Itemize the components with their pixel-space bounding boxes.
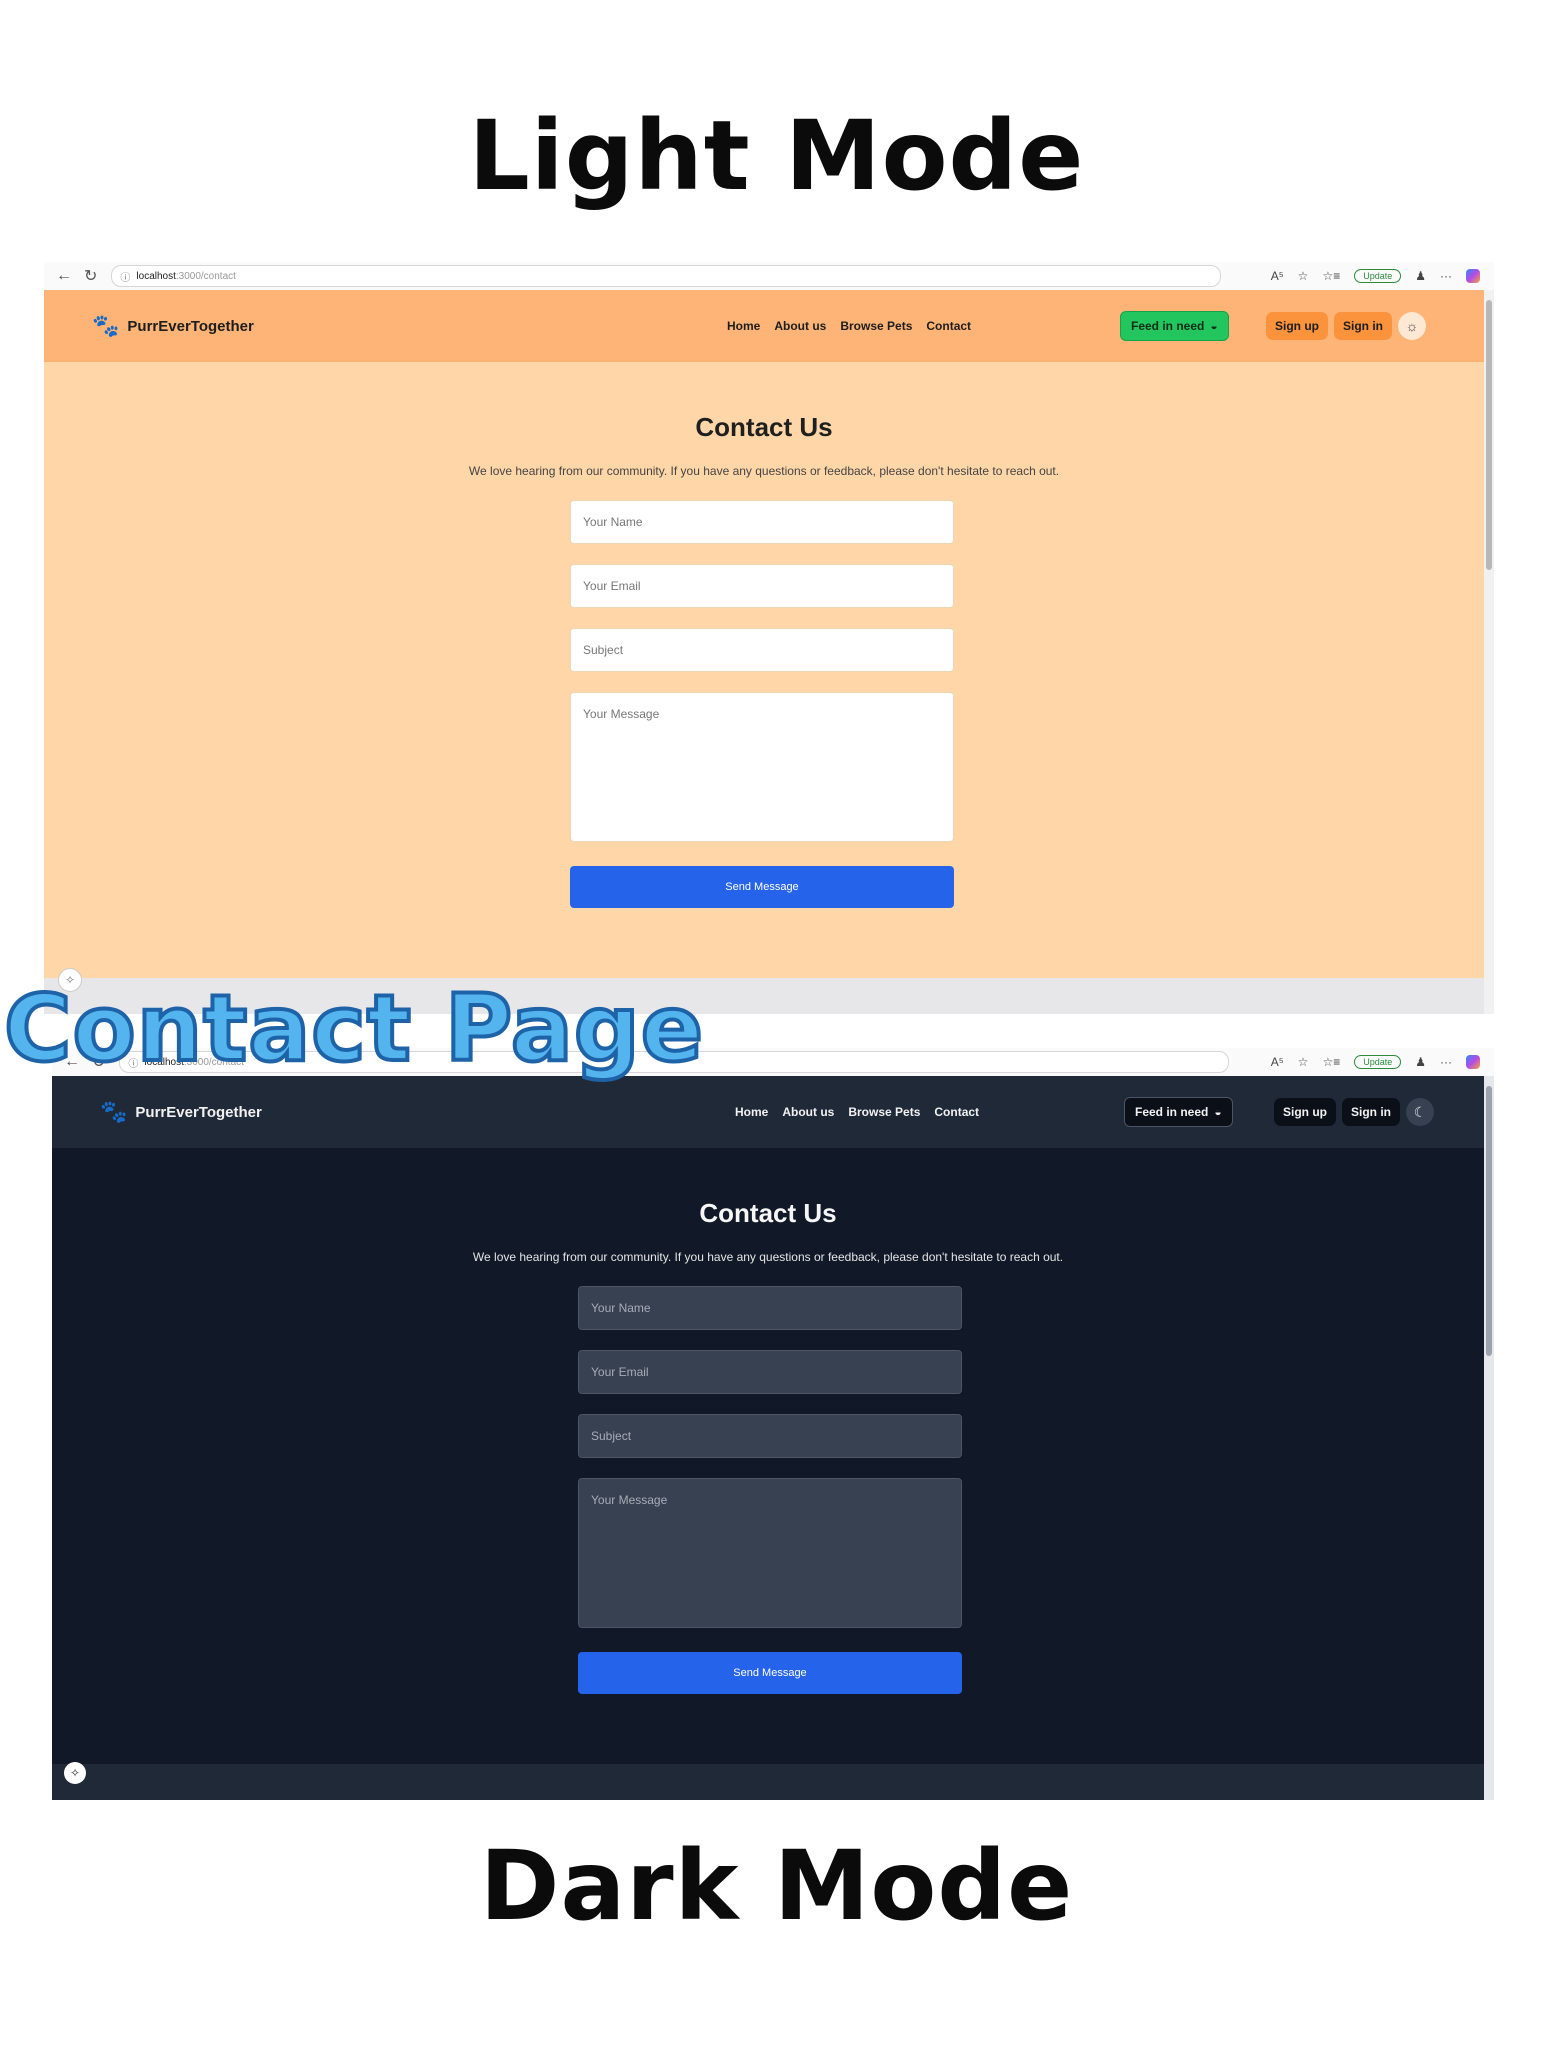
update-button[interactable]: Update xyxy=(1354,269,1402,283)
subject-input[interactable]: Subject xyxy=(578,1414,962,1458)
nav-link-contact[interactable]: Contact xyxy=(934,1105,979,1119)
favorites-icon[interactable]: ☆≡ xyxy=(1322,1055,1340,1069)
scrollbar-thumb[interactable] xyxy=(1486,1086,1492,1356)
sign-up-button[interactable]: Sign up xyxy=(1274,1098,1336,1126)
sign-in-button[interactable]: Sign in xyxy=(1334,312,1392,340)
reload-icon[interactable]: ↻ xyxy=(84,266,97,286)
nav-link-home[interactable]: Home xyxy=(727,319,760,333)
read-aloud-icon[interactable]: A⁵ xyxy=(1271,269,1284,283)
contact-page-label: Contact Page xyxy=(2,973,705,1084)
message-textarea[interactable]: Your Message xyxy=(570,692,954,842)
bowl-icon: ◒ xyxy=(1210,319,1218,333)
nav-links: Home About us Browse Pets Contact xyxy=(735,1105,979,1119)
brand-logo[interactable]: 🐾 PurrEverTogether xyxy=(92,313,254,339)
profile-icon[interactable]: ♟ xyxy=(1415,269,1426,283)
email-input[interactable]: Your Email xyxy=(570,564,954,608)
copilot-icon[interactable] xyxy=(1466,269,1480,283)
read-aloud-icon[interactable]: A⁵ xyxy=(1271,1055,1284,1069)
nav-link-home[interactable]: Home xyxy=(735,1105,768,1119)
contact-intro: We love hearing from our community. If y… xyxy=(468,464,1060,478)
dark-mode-heading: Dark Mode xyxy=(479,1830,1074,1942)
back-icon[interactable]: ← xyxy=(56,267,72,285)
dev-tools-fab-icon[interactable]: ✧ xyxy=(64,1762,86,1784)
feed-in-need-label: Feed in need xyxy=(1135,1105,1209,1119)
theme-toggle-sun-icon[interactable]: ☼ xyxy=(1398,312,1426,340)
nav-link-browse-pets[interactable]: Browse Pets xyxy=(848,1105,920,1119)
nav-links: Home About us Browse Pets Contact xyxy=(727,319,971,333)
send-message-button[interactable]: Send Message xyxy=(570,866,954,908)
nav-link-about[interactable]: About us xyxy=(782,1105,834,1119)
favorite-star-icon[interactable]: ☆ xyxy=(1298,1055,1309,1069)
brand-name: PurrEverTogether xyxy=(135,1103,262,1121)
sign-up-button[interactable]: Sign up xyxy=(1266,312,1328,340)
profile-icon[interactable]: ♟ xyxy=(1415,1055,1426,1069)
contact-title: Contact Us xyxy=(695,412,833,442)
favorites-icon[interactable]: ☆≡ xyxy=(1322,269,1340,283)
more-menu-icon[interactable]: ··· xyxy=(1440,1055,1452,1069)
feed-in-need-button[interactable]: Feed in need ◒ xyxy=(1120,311,1229,341)
browser-toolbar: ← ↻ ⓘ localhost :3000/contact A⁵ ☆ ☆≡ Up… xyxy=(44,262,1494,291)
site-navbar: 🐾 PurrEverTogether Home About us Browse … xyxy=(44,290,1484,362)
copilot-icon[interactable] xyxy=(1466,1055,1480,1069)
brand-name: PurrEverTogether xyxy=(127,317,254,335)
sign-in-button[interactable]: Sign in xyxy=(1342,1098,1400,1126)
dark-mode-screenshot: ← ↻ ⓘ localhost :3000/contact A⁵ ☆ ☆≡ Up… xyxy=(52,1048,1494,1800)
nav-link-about[interactable]: About us xyxy=(774,319,826,333)
favorite-star-icon[interactable]: ☆ xyxy=(1298,269,1309,283)
nav-link-contact[interactable]: Contact xyxy=(926,319,971,333)
update-button[interactable]: Update xyxy=(1354,1055,1402,1069)
nav-link-browse-pets[interactable]: Browse Pets xyxy=(840,319,912,333)
scrollbar[interactable] xyxy=(1484,1076,1494,1800)
brand-logo[interactable]: 🐾 PurrEverTogether xyxy=(100,1099,262,1125)
scrollbar[interactable] xyxy=(1484,290,1494,1014)
subject-input[interactable]: Subject xyxy=(570,628,954,672)
email-input[interactable]: Your Email xyxy=(578,1350,962,1394)
light-mode-heading: Light Mode xyxy=(468,100,1085,212)
contact-title: Contact Us xyxy=(699,1198,837,1228)
feed-in-need-button[interactable]: Feed in need ◒ xyxy=(1124,1097,1233,1127)
bowl-icon: ◒ xyxy=(1214,1105,1222,1119)
scrollbar-thumb[interactable] xyxy=(1486,300,1492,570)
contact-intro: We love hearing from our community. If y… xyxy=(472,1250,1064,1264)
app-viewport: 🐾 PurrEverTogether Home About us Browse … xyxy=(52,1076,1484,1800)
theme-toggle-moon-icon[interactable]: ☾ xyxy=(1406,1098,1434,1126)
paw-icon: 🐾 xyxy=(92,313,120,338)
site-navbar: 🐾 PurrEverTogether Home About us Browse … xyxy=(52,1076,1484,1148)
name-input[interactable]: Your Name xyxy=(578,1286,962,1330)
send-message-button[interactable]: Send Message xyxy=(578,1652,962,1694)
url-path: :3000/contact xyxy=(175,270,236,282)
address-bar[interactable]: ⓘ localhost :3000/contact xyxy=(111,265,1222,287)
more-menu-icon[interactable]: ··· xyxy=(1440,269,1452,283)
app-viewport: 🐾 PurrEverTogether Home About us Browse … xyxy=(44,290,1484,1014)
feed-in-need-label: Feed in need xyxy=(1131,319,1205,333)
message-textarea[interactable]: Your Message xyxy=(578,1478,962,1628)
name-input[interactable]: Your Name xyxy=(570,500,954,544)
light-mode-screenshot: ← ↻ ⓘ localhost :3000/contact A⁵ ☆ ☆≡ Up… xyxy=(44,262,1494,1014)
page-footer-strip xyxy=(52,1764,1484,1800)
url-host: localhost xyxy=(136,270,176,282)
paw-icon: 🐾 xyxy=(100,1099,128,1124)
site-info-icon[interactable]: ⓘ xyxy=(120,269,130,284)
